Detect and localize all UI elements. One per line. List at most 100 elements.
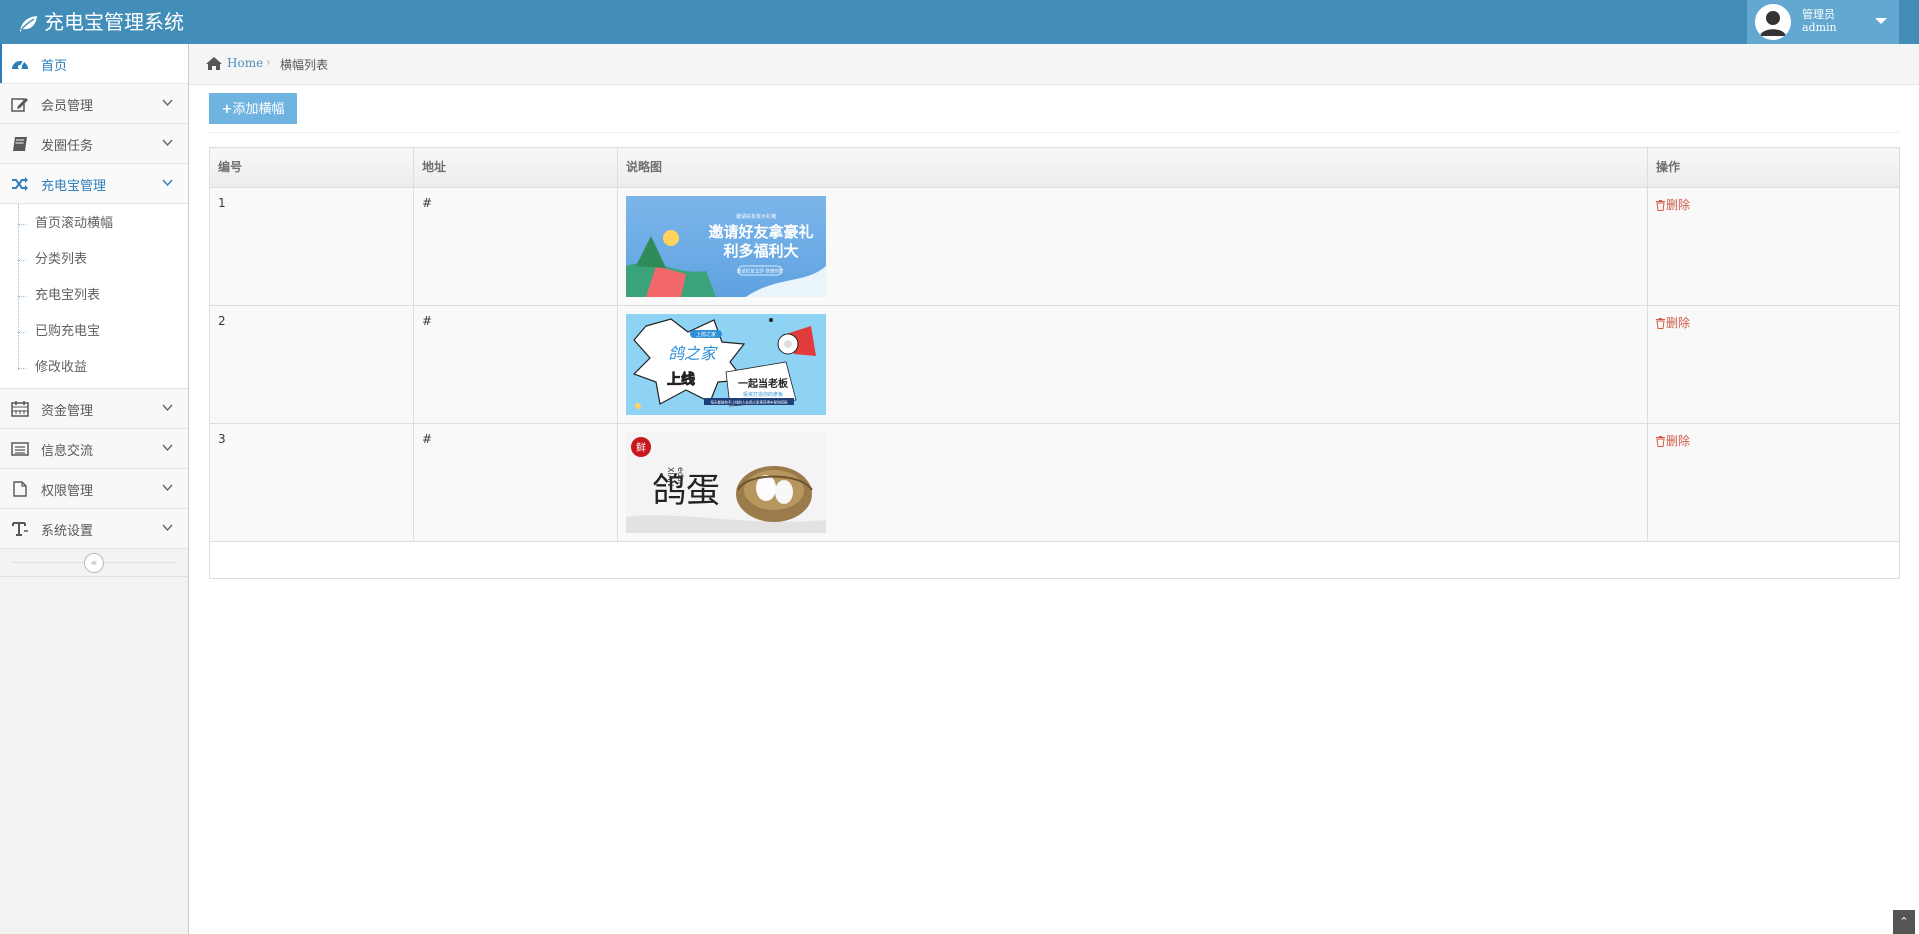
user-menu[interactable]: 管理员 admin: [1747, 0, 1899, 44]
banner-title: 鸽之家: [668, 344, 718, 363]
banner-line2: 利多福利大: [723, 242, 798, 260]
breadcrumb-separator: ›: [266, 55, 271, 69]
sidebar-item-messages[interactable]: 信息交流: [0, 429, 188, 469]
add-banner-label: 添加横幅: [232, 102, 285, 117]
sidebar-item-permissions[interactable]: 权限管理: [0, 469, 188, 509]
cell-id: 3: [209, 423, 414, 542]
banner-latin2: edan: [676, 467, 685, 487]
chevron-down-icon: [162, 139, 173, 147]
banner-latin: XIAN: [666, 467, 675, 486]
delete-link[interactable]: 删除: [1656, 434, 1690, 448]
sidebar-item-funds[interactable]: 资金管理: [0, 389, 188, 429]
sidebar-item-label: 会员管理: [41, 99, 94, 114]
delete-link[interactable]: 删除: [1656, 316, 1690, 330]
table-footer-row: [209, 541, 1900, 579]
scroll-to-top-icon[interactable]: ⌃: [1893, 910, 1915, 934]
trash-icon: [1656, 436, 1665, 447]
collapse-sidebar-icon[interactable]: «: [84, 553, 104, 573]
banner-table: 编号 地址 说略图 操作 1 # 邀请好友有大礼哦 邀请好友拿豪礼 利多福利大 …: [209, 147, 1900, 579]
trash-icon: [1656, 318, 1665, 329]
sidebar-item-label: 系统设置: [41, 524, 94, 539]
submenu-item-categories[interactable]: 分类列表: [0, 242, 188, 278]
chevron-down-icon: [162, 484, 173, 492]
banner-sub: 一起当老板: [738, 377, 789, 390]
delete-label: 删除: [1666, 434, 1691, 448]
delete-label: 删除: [1666, 316, 1691, 330]
user-avatar-icon: [1755, 4, 1791, 40]
plus-icon: +: [221, 102, 233, 117]
banner-button-text: 邀请好友立即 快速领取: [737, 268, 784, 275]
user-role: 管理员: [1802, 8, 1835, 21]
brand[interactable]: 充电宝管理系统: [18, 0, 184, 44]
banner-footer: 每天都能有不上线的人在鸽之家里获得丰厚的回报: [711, 400, 788, 405]
submenu-item-banner[interactable]: 首页滚动横幅: [0, 206, 188, 242]
edit-icon: [11, 98, 28, 112]
sidebar-item-label: 首页: [41, 59, 68, 74]
table-header-row: 编号 地址 说略图 操作: [209, 147, 1900, 188]
sidebar-item-home[interactable]: 首页: [0, 44, 188, 84]
sidebar-item-label: 信息交流: [41, 444, 94, 459]
table-row: 1 # 邀请好友有大礼哦 邀请好友拿豪礼 利多福利大 邀请好友立即 快速领取 删…: [209, 187, 1900, 306]
delete-link[interactable]: 删除: [1656, 198, 1690, 212]
home-icon: [206, 57, 222, 70]
banner-thumbnail-pigeon-egg[interactable]: 鲜 鸽蛋 XIAN edan: [626, 432, 826, 533]
banner-thumbnail-invite[interactable]: 邀请好友有大礼哦 邀请好友拿豪礼 利多福利大 邀请好友立即 快速领取: [626, 196, 826, 297]
sidebar-item-tasks[interactable]: 发圈任务: [0, 124, 188, 164]
table-footer-cell: [209, 541, 1900, 579]
submenu-powerbank: 首页滚动横幅 分类列表 充电宝列表 已购充电宝 修改收益: [0, 204, 188, 389]
sidebar-item-powerbank[interactable]: 充电宝管理: [0, 164, 188, 204]
caret-down-icon: [1875, 18, 1887, 24]
chevron-down-icon: [162, 179, 173, 187]
add-banner-button[interactable]: +添加横幅: [209, 93, 297, 124]
submenu-item-edit-earnings[interactable]: 修改收益: [0, 350, 188, 386]
cell-address: #: [413, 187, 618, 306]
cell-actions: 删除: [1647, 187, 1900, 306]
banner-badge: 上线: [667, 371, 695, 388]
calendar-icon: [11, 401, 29, 417]
submenu-item-powerbank-list[interactable]: 充电宝列表: [0, 278, 188, 314]
sidebar-item-members[interactable]: 会员管理: [0, 84, 188, 124]
table-row: 3 # 鲜 鸽蛋 XIAN edan 删除: [209, 423, 1900, 542]
chevron-down-icon: [162, 99, 173, 107]
cell-id: 2: [209, 305, 414, 424]
cell-thumbnail: 上鸽之家 鸽之家 上线 2019 一起当老板 投资打造你的老板 每天都能有不上线…: [617, 305, 1648, 424]
cell-actions: 删除: [1647, 305, 1900, 424]
sidebar-item-settings[interactable]: 系统设置: [0, 509, 188, 549]
cell-actions: 删除: [1647, 423, 1900, 542]
book-icon: [13, 137, 27, 151]
avatar: [1755, 4, 1791, 40]
banner-line1: 邀请好友拿豪礼: [708, 223, 813, 241]
sidebar-collapse-bar: «: [0, 549, 188, 577]
banner-seal: 鲜: [636, 441, 646, 454]
cell-address: #: [413, 423, 618, 542]
leaf-icon: [20, 15, 37, 32]
divider: [209, 132, 1899, 133]
user-name: admin: [1802, 21, 1837, 34]
delete-label: 删除: [1666, 198, 1691, 212]
dashboard-icon: [12, 60, 28, 69]
trash-icon: [1656, 200, 1665, 211]
chevron-down-icon: [162, 404, 173, 412]
cell-thumbnail: 鲜 鸽蛋 XIAN edan: [617, 423, 1648, 542]
list-icon: [11, 442, 29, 456]
cell-id: 1: [209, 187, 414, 306]
breadcrumb-home-link[interactable]: Home: [227, 56, 263, 70]
column-header-actions: 操作: [1647, 147, 1900, 188]
column-header-id: 编号: [209, 147, 414, 188]
banner-top-text: 邀请好友有大礼哦: [736, 213, 776, 220]
brand-title: 充电宝管理系统: [44, 10, 184, 34]
chevron-down-icon: [162, 524, 173, 532]
cell-address: #: [413, 305, 618, 424]
banner-title: 鸽蛋: [652, 471, 720, 511]
sidebar-item-label: 充电宝管理: [41, 179, 107, 194]
banner-thumbnail-pigeon-home[interactable]: 上鸽之家 鸽之家 上线 2019 一起当老板 投资打造你的老板 每天都能有不上线…: [626, 314, 826, 415]
column-header-thumbnail: 说略图: [617, 147, 1648, 188]
breadcrumb: Home › 横幅列表: [189, 44, 1919, 85]
text-icon: [12, 522, 28, 536]
breadcrumb-current: 横幅列表: [280, 58, 329, 72]
sidebar-item-label: 权限管理: [41, 484, 94, 499]
banner-tag: 上鸽之家: [696, 331, 716, 338]
submenu-item-purchased[interactable]: 已购充电宝: [0, 314, 188, 350]
sidebar: 首页 会员管理 发圈任务 充电宝管理 首页滚动横幅 分类列表 充电宝列表 已购充…: [0, 44, 189, 934]
random-icon: [12, 177, 28, 191]
